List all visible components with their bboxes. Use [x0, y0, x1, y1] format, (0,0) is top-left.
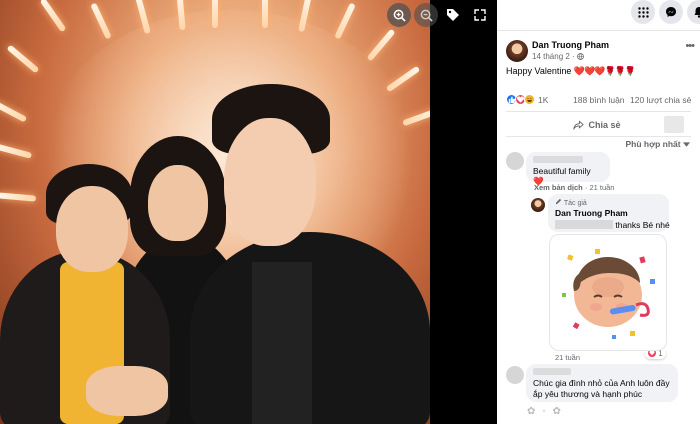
light-ray: [0, 143, 33, 159]
post-date[interactable]: 14 tháng 2 ·: [532, 52, 584, 61]
person-man-face: [224, 118, 316, 246]
comment-bubble: Chúc gia đình nhỏ của Anh luôn đầy ắp yê…: [526, 364, 678, 402]
pencil-icon: [555, 198, 562, 205]
zoom-out-icon: [420, 9, 433, 22]
share-count[interactable]: 120 lượt chia sẻ: [630, 95, 691, 105]
comment-text: Chúc gia đình nhỏ của Anh luôn đầy ắp yê…: [533, 378, 670, 399]
light-ray: [0, 192, 37, 202]
comment-bubble: Beautiful family ❤️: [526, 152, 610, 186]
commenter-avatar[interactable]: [506, 366, 524, 384]
caption-emoji: ❤️❤️❤️🌹🌹🌹: [573, 66, 636, 76]
bell-icon: [694, 7, 700, 18]
zoom-in-button[interactable]: [387, 3, 411, 27]
photo-viewer: [0, 0, 497, 424]
sort-label: Phù hợp nhất: [625, 139, 681, 149]
viewer-side-area: [430, 0, 497, 424]
share-button[interactable]: Chia sẻ: [506, 116, 688, 134]
menu-button[interactable]: [631, 0, 655, 24]
author-avatar[interactable]: [506, 40, 528, 62]
post-caption: Happy Valentine ❤️❤️❤️🌹🌹🌹: [506, 66, 636, 77]
expand-icon: [474, 9, 486, 21]
light-ray: [385, 65, 421, 93]
memoji-sticker[interactable]: [549, 234, 667, 351]
globe-icon: [577, 53, 584, 60]
haha-reaction-icon[interactable]: [524, 94, 535, 105]
person-man-shirt: [252, 262, 312, 424]
notifications-button[interactable]: [687, 0, 700, 24]
person-woman-face: [148, 165, 208, 241]
share-label: Chia sẻ: [588, 120, 621, 130]
light-ray: [366, 28, 396, 62]
commenter-avatar[interactable]: [506, 152, 524, 170]
comment-time[interactable]: 21 tuần: [589, 183, 614, 192]
top-divider: [497, 30, 700, 31]
blurred-avatar: [664, 116, 684, 133]
facebook-photo-viewer: Dan Truong Pham 14 tháng 2 · ••• Happy V…: [0, 0, 700, 424]
reply-bubble: Tác giả Dan Truong Pham thanks Bé nhé: [548, 194, 670, 232]
post-date-text: 14 tháng 2 ·: [532, 52, 577, 61]
grid-menu-icon: [637, 6, 649, 18]
comment-sticker-preview: ✿ ◦ ✿: [527, 406, 563, 417]
comment-actions: Xem bản dịch · 21 tuần: [534, 183, 615, 192]
zoom-out-button[interactable]: [414, 3, 438, 27]
fullscreen-button[interactable]: [468, 3, 492, 27]
person-child-face: [56, 186, 128, 272]
reactions-bar: 1K 188 bình luận 120 lượt chia sẻ: [506, 94, 696, 108]
more-options-button[interactable]: •••: [685, 40, 695, 52]
light-ray: [39, 0, 67, 33]
memoji-party-icon: [562, 249, 655, 339]
author-name[interactable]: Dan Truong Pham: [532, 40, 609, 50]
reaction-count[interactable]: 1K: [538, 95, 548, 105]
translate-link[interactable]: Xem bản dịch: [534, 183, 583, 192]
post-sidebar: Dan Truong Pham 14 tháng 2 · ••• Happy V…: [497, 0, 700, 424]
caption-text: Happy Valentine: [506, 66, 574, 76]
reply-text: thanks Bé nhé: [613, 220, 670, 230]
blurred-mention[interactable]: [555, 220, 613, 229]
post-header: Dan Truong Pham 14 tháng 2 · •••: [506, 40, 696, 64]
tag-icon: [447, 9, 459, 21]
tag-button[interactable]: [441, 3, 465, 27]
post-photo[interactable]: [0, 0, 430, 424]
messenger-button[interactable]: [659, 0, 683, 24]
share-divider: [506, 136, 691, 137]
chevron-down-icon: [683, 142, 690, 147]
share-icon: [573, 120, 585, 130]
comment-sort-dropdown[interactable]: Phù hợp nhất: [625, 139, 690, 149]
messenger-icon: [666, 7, 676, 17]
author-reply-avatar[interactable]: [531, 198, 545, 212]
reply-author-name[interactable]: Dan Truong Pham: [555, 208, 662, 218]
light-ray: [212, 0, 218, 28]
reply-text-row: thanks Bé nhé: [555, 220, 670, 230]
hands: [86, 366, 168, 416]
comment-count[interactable]: 188 bình luận: [573, 95, 625, 105]
light-ray: [0, 99, 28, 123]
zoom-in-icon: [393, 9, 406, 22]
light-ray: [90, 2, 112, 40]
light-ray: [262, 0, 268, 28]
blurred-commenter-name[interactable]: [533, 156, 583, 163]
blurred-commenter-name[interactable]: [533, 368, 571, 375]
reactions-divider: [506, 111, 691, 112]
light-ray: [334, 2, 356, 40]
reply-time[interactable]: 21 tuần: [555, 353, 580, 362]
top-bar: [497, 0, 700, 28]
light-ray: [6, 44, 40, 74]
author-badge-label: Tác giả: [563, 200, 587, 207]
author-badge: Tác giả: [555, 198, 662, 207]
laughing-face-icon: [527, 97, 532, 103]
